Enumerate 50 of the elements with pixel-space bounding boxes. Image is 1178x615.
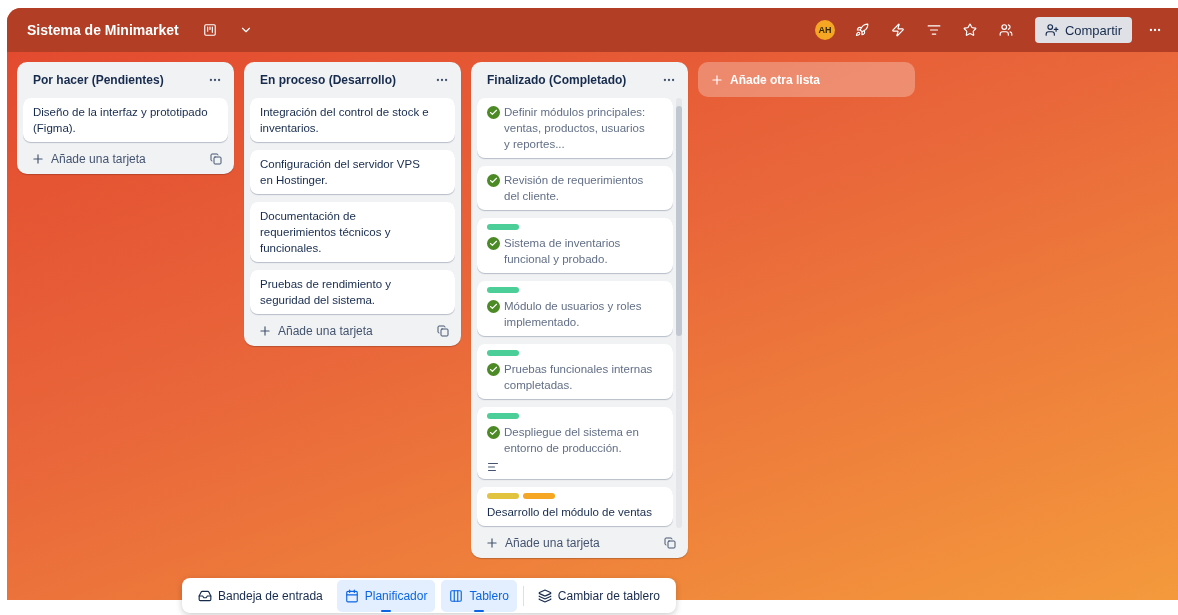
task-card[interactable]: Configuración del servidor VPS en Hostinger. <box>250 150 455 194</box>
share-button[interactable]: Compartir <box>1034 17 1132 43</box>
card-text: Configuración del servidor VPS en Hostinger. <box>260 157 421 188</box>
task-card[interactable]: Sistema de inventarios funcional y probado. <box>477 218 673 273</box>
boards-icon <box>537 588 552 603</box>
add-user-icon <box>1044 23 1059 37</box>
task-card[interactable]: Desarrollo del módulo de ventas <box>477 487 673 526</box>
scrollbar[interactable] <box>676 98 682 528</box>
task-card[interactable]: Módulo de usuarios y roles implementado. <box>477 281 673 336</box>
add-card-button[interactable]: Añade una tarjeta <box>485 536 600 550</box>
calendar-icon <box>344 588 359 603</box>
list-title: Finalizado (Completado) <box>487 73 627 87</box>
nav-button[interactable]: Planificador <box>336 579 436 612</box>
card-text: Pruebas de rendimiento y seguridad del sistema. <box>260 277 393 308</box>
card-text: Definir módulos principales: ventas, productos, usuarios y reportes... <box>504 105 647 152</box>
plus-icon <box>258 324 272 338</box>
plus-icon <box>710 72 724 87</box>
card-text: Desarrollo del módulo de ventas <box>487 505 652 520</box>
plus-icon <box>31 152 45 166</box>
columns-icon <box>449 588 464 603</box>
inbox-icon <box>198 588 212 603</box>
card-text: Módulo de usuarios y roles implementado. <box>504 299 643 330</box>
task-card[interactable]: Diseño de la interfaz y prototipado (Figma). <box>23 98 228 142</box>
card-text: Sistema de inventarios funcional y probado. <box>504 236 622 267</box>
plus-icon <box>485 536 499 550</box>
add-card-button[interactable]: Añade una tarjeta <box>258 324 373 338</box>
task-card[interactable]: Integración del control de stock e inventarios. <box>250 98 455 142</box>
task-card[interactable]: Pruebas funcionales internas completadas. <box>477 344 673 399</box>
add-card-button[interactable]: Añade una tarjeta <box>31 152 146 166</box>
card-text: Documentación de requerimientos técnicos y funcionales. <box>260 209 392 256</box>
nav-button[interactable]: Cambiar de tablero <box>529 579 668 612</box>
task-card[interactable]: Definir módulos principales: ventas, productos, usuarios y reportes... <box>477 98 673 158</box>
board-title: Sistema de Minimarket <box>27 22 179 38</box>
task-card[interactable]: Revisión de requerimientos del cliente. <box>477 166 673 210</box>
nav-button[interactable]: Tablero <box>441 579 517 612</box>
card-text: Integración del control de stock e inventarios. <box>260 105 430 136</box>
template-icon[interactable] <box>437 325 449 337</box>
template-icon[interactable] <box>664 537 676 549</box>
card-text: Despliegue del sistema en entorno de producción. <box>504 425 640 456</box>
template-icon[interactable] <box>210 153 222 165</box>
nav-button[interactable]: Bandeja de entrada <box>190 579 331 612</box>
card-text: Revisión de requerimientos del cliente. <box>504 173 645 204</box>
task-card[interactable]: Pruebas de rendimiento y seguridad del sistema. <box>250 270 455 314</box>
card-text: Pruebas funcionales internas completadas. <box>504 362 653 393</box>
task-card[interactable]: Despliegue del sistema en entorno de producción. <box>477 407 673 479</box>
list-title: En proceso (Desarrollo) <box>260 73 397 87</box>
card-text: Diseño de la interfaz y prototipado (Figma). <box>33 105 208 136</box>
list-title: Por hacer (Pendientes) <box>33 73 164 87</box>
task-card[interactable]: Documentación de requerimientos técnicos y funcionales. <box>250 202 455 262</box>
user-avatar[interactable]: AH <box>814 20 835 40</box>
